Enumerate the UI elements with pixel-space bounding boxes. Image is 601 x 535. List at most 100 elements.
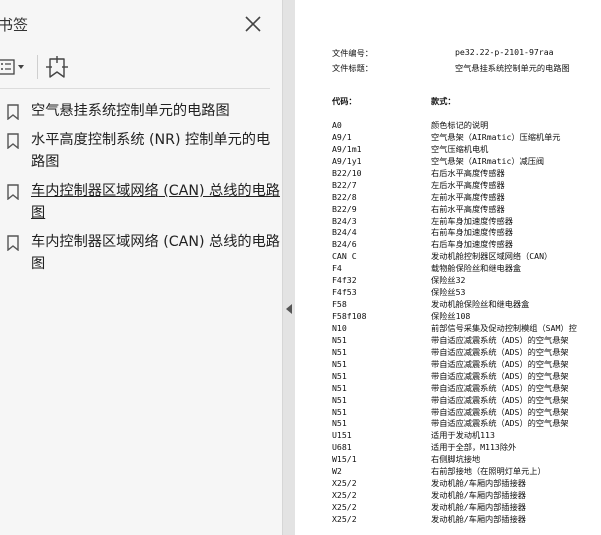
row-code: B22/8 [332, 191, 357, 202]
row-description: 颜色标记的说明 [431, 120, 489, 130]
table-row: W15/1 右侧脚坑接地 [332, 454, 601, 466]
panel-splitter[interactable] [283, 0, 295, 535]
row-code: B22/7 [332, 179, 357, 190]
bookmark-item[interactable]: 车内控制器区域网络 (CAN) 总线的电路图 [0, 231, 283, 275]
row-code: B24/4 [332, 227, 357, 238]
row-code: N51 [332, 394, 347, 405]
row-code: CAN C [332, 251, 357, 262]
table-row: B24/3 左前车身加速度传感器 [332, 216, 601, 228]
row-description: 保险丝108 [431, 311, 471, 321]
table-row: W2 右前部接地（在照明灯单元上） [332, 466, 601, 478]
table-row: A9/1y1 空气悬架（AIRmatic）减压阀 [332, 156, 601, 168]
collapse-arrow-icon[interactable] [286, 304, 292, 314]
table-row: U681 适用于全部，M113除外 [332, 442, 601, 454]
bookmark-label: 水平高度控制系统 (NR) 控制单元的电路图 [31, 132, 271, 170]
row-description: 载物舱保险丝和继电器盒 [431, 263, 522, 274]
table-row: X25/2 发动机舱/车厢内部插接器 [332, 478, 601, 490]
row-code: X25/2 [332, 502, 357, 512]
bookmark-icon [7, 133, 19, 149]
row-code: F4 [332, 263, 342, 274]
row-code: N51 [332, 346, 347, 357]
row-description: 适用于发动机113 [431, 430, 495, 441]
table-row: B24/6 右后车身加速度传感器 [332, 239, 601, 251]
file-number-label: 文件编号： [332, 48, 373, 58]
document-page: 文件编号： pe32.22-p-2101-97raa 文件标题： 空气悬挂系统控… [295, 5, 601, 535]
row-description: 带自适应减震系统（ADS）的空气悬架 [431, 406, 569, 417]
row-code: B22/9 [332, 203, 357, 214]
row-code: X25/2 [332, 478, 357, 489]
row-description: 前部信号采集及促动控制模组（SAM）控 [431, 322, 577, 333]
list-options-icon [0, 59, 24, 75]
table-row: N51 带自适应减震系统（ADS）的空气悬架 [332, 371, 601, 383]
new-bookmark-button[interactable] [44, 55, 72, 81]
table-row: B22/8 左前水平高度传感器 [332, 192, 601, 204]
row-description: 空气悬架（AIRmatic）压缩机单元 [431, 131, 561, 142]
bookmark-label: 车内控制器区域网络 (CAN) 总线的电路图 [31, 234, 280, 272]
bookmark-label: 空气悬挂系统控制单元的电路图 [31, 103, 230, 119]
table-row: F4f53 保险丝53 [332, 287, 601, 299]
bookmark-item[interactable]: 水平高度控制系统 (NR) 控制单元的电路图 [0, 129, 283, 173]
row-description: 右前水平高度传感器 [431, 203, 505, 214]
row-description: 适用于全部，M113除外 [431, 442, 517, 453]
table-row: N51 带自适应减震系统（ADS）的空气悬架 [332, 395, 601, 407]
row-description: 右后车身加速度传感器 [431, 239, 513, 250]
row-description: 左前水平高度传感器 [431, 191, 505, 202]
row-description: 发动机舱/车厢内部插接器 [431, 490, 526, 501]
bookmark-icon [7, 104, 19, 120]
table-row: F58f108 保险丝108 [332, 311, 601, 323]
row-code: B22/10 [332, 167, 362, 178]
row-description: 发动机舱/车厢内部插接器 [431, 478, 526, 489]
toolbar-separator [37, 55, 38, 79]
row-code: N51 [332, 370, 347, 381]
table-row: B22/7 左后水平高度传感器 [332, 180, 601, 192]
table-row: N51 带自适应减震系统（ADS）的空气悬架 [332, 347, 601, 359]
row-code: A0 [332, 120, 342, 130]
row-description: 右侧脚坑接地 [431, 454, 481, 465]
row-description: 右前车身加速度传感器 [431, 227, 513, 238]
file-title-label: 文件标题： [332, 63, 373, 73]
row-code: N51 [332, 406, 347, 417]
row-description: 左前车身加速度传感器 [431, 215, 513, 226]
row-description: 带自适应减震系统（ADS）的空气悬架 [431, 418, 569, 429]
table-row: N10 前部信号采集及促动控制模组（SAM）控 [332, 323, 601, 335]
row-description: 左后水平高度传感器 [431, 179, 505, 190]
bookmarks-panel: 书签 空气悬挂系统控制单元的电路图 水平高度控制系统 (NR) 控制单元的电路图… [0, 0, 283, 535]
close-panel-button[interactable] [243, 14, 263, 34]
table-row: X25/2 发动机舱/车厢内部插接器 [332, 514, 601, 526]
row-code: X25/2 [332, 513, 357, 524]
row-description: 带自适应减震系统（ADS）的空气悬架 [431, 346, 569, 357]
table-row: F4f32 保险丝32 [332, 275, 601, 287]
row-code: U681 [332, 442, 352, 453]
row-description: 发动机舱控制器区域网络（CAN） [431, 251, 553, 262]
bookmark-list: 空气悬挂系统控制单元的电路图 水平高度控制系统 (NR) 控制单元的电路图 车内… [0, 100, 283, 282]
table-row: B22/9 右前水平高度传感器 [332, 204, 601, 216]
row-code: A9/1 [332, 131, 352, 142]
file-number-value: pe32.22-p-2101-97raa [455, 47, 554, 57]
row-code: B24/3 [332, 215, 357, 226]
panel-divider [0, 88, 270, 89]
row-description: 右后水平高度传感器 [431, 167, 505, 178]
table-row: A9/1m1 空气压缩机电机 [332, 144, 601, 156]
bookmark-icon [7, 235, 19, 251]
row-description: 带自适应减震系统（ADS）的空气悬架 [431, 370, 569, 381]
bookmark-icon [7, 184, 19, 200]
row-code: N51 [332, 418, 347, 429]
row-code: B24/6 [332, 239, 357, 250]
bookmark-item-current[interactable]: 车内控制器区域网络 (CAN) 总线的电路图 [0, 180, 283, 224]
row-code: F58f108 [332, 311, 367, 321]
table-row: X25/2 发动机舱/车厢内部插接器 [332, 502, 601, 514]
row-code: F4f53 [332, 287, 357, 298]
row-code: N51 [332, 334, 347, 345]
row-code: F4f32 [332, 275, 357, 286]
row-description: 带自适应减震系统（ADS）的空气悬架 [431, 394, 569, 405]
row-code: U151 [332, 430, 352, 441]
row-code: A9/1y1 [332, 155, 362, 166]
table-row: A0 颜色标记的说明 [332, 120, 601, 132]
bookmark-item[interactable]: 空气悬挂系统控制单元的电路图 [0, 100, 283, 122]
file-title-value: 空气悬挂系统控制单元的电路图 [455, 63, 570, 73]
bookmark-toolbar [0, 53, 283, 81]
table-row: X25/2 发动机舱/车厢内部插接器 [332, 490, 601, 502]
options-menu-button[interactable] [0, 55, 28, 79]
row-description: 空气压缩机电机 [431, 143, 489, 154]
bookmark-label: 车内控制器区域网络 (CAN) 总线的电路图 [31, 183, 280, 221]
